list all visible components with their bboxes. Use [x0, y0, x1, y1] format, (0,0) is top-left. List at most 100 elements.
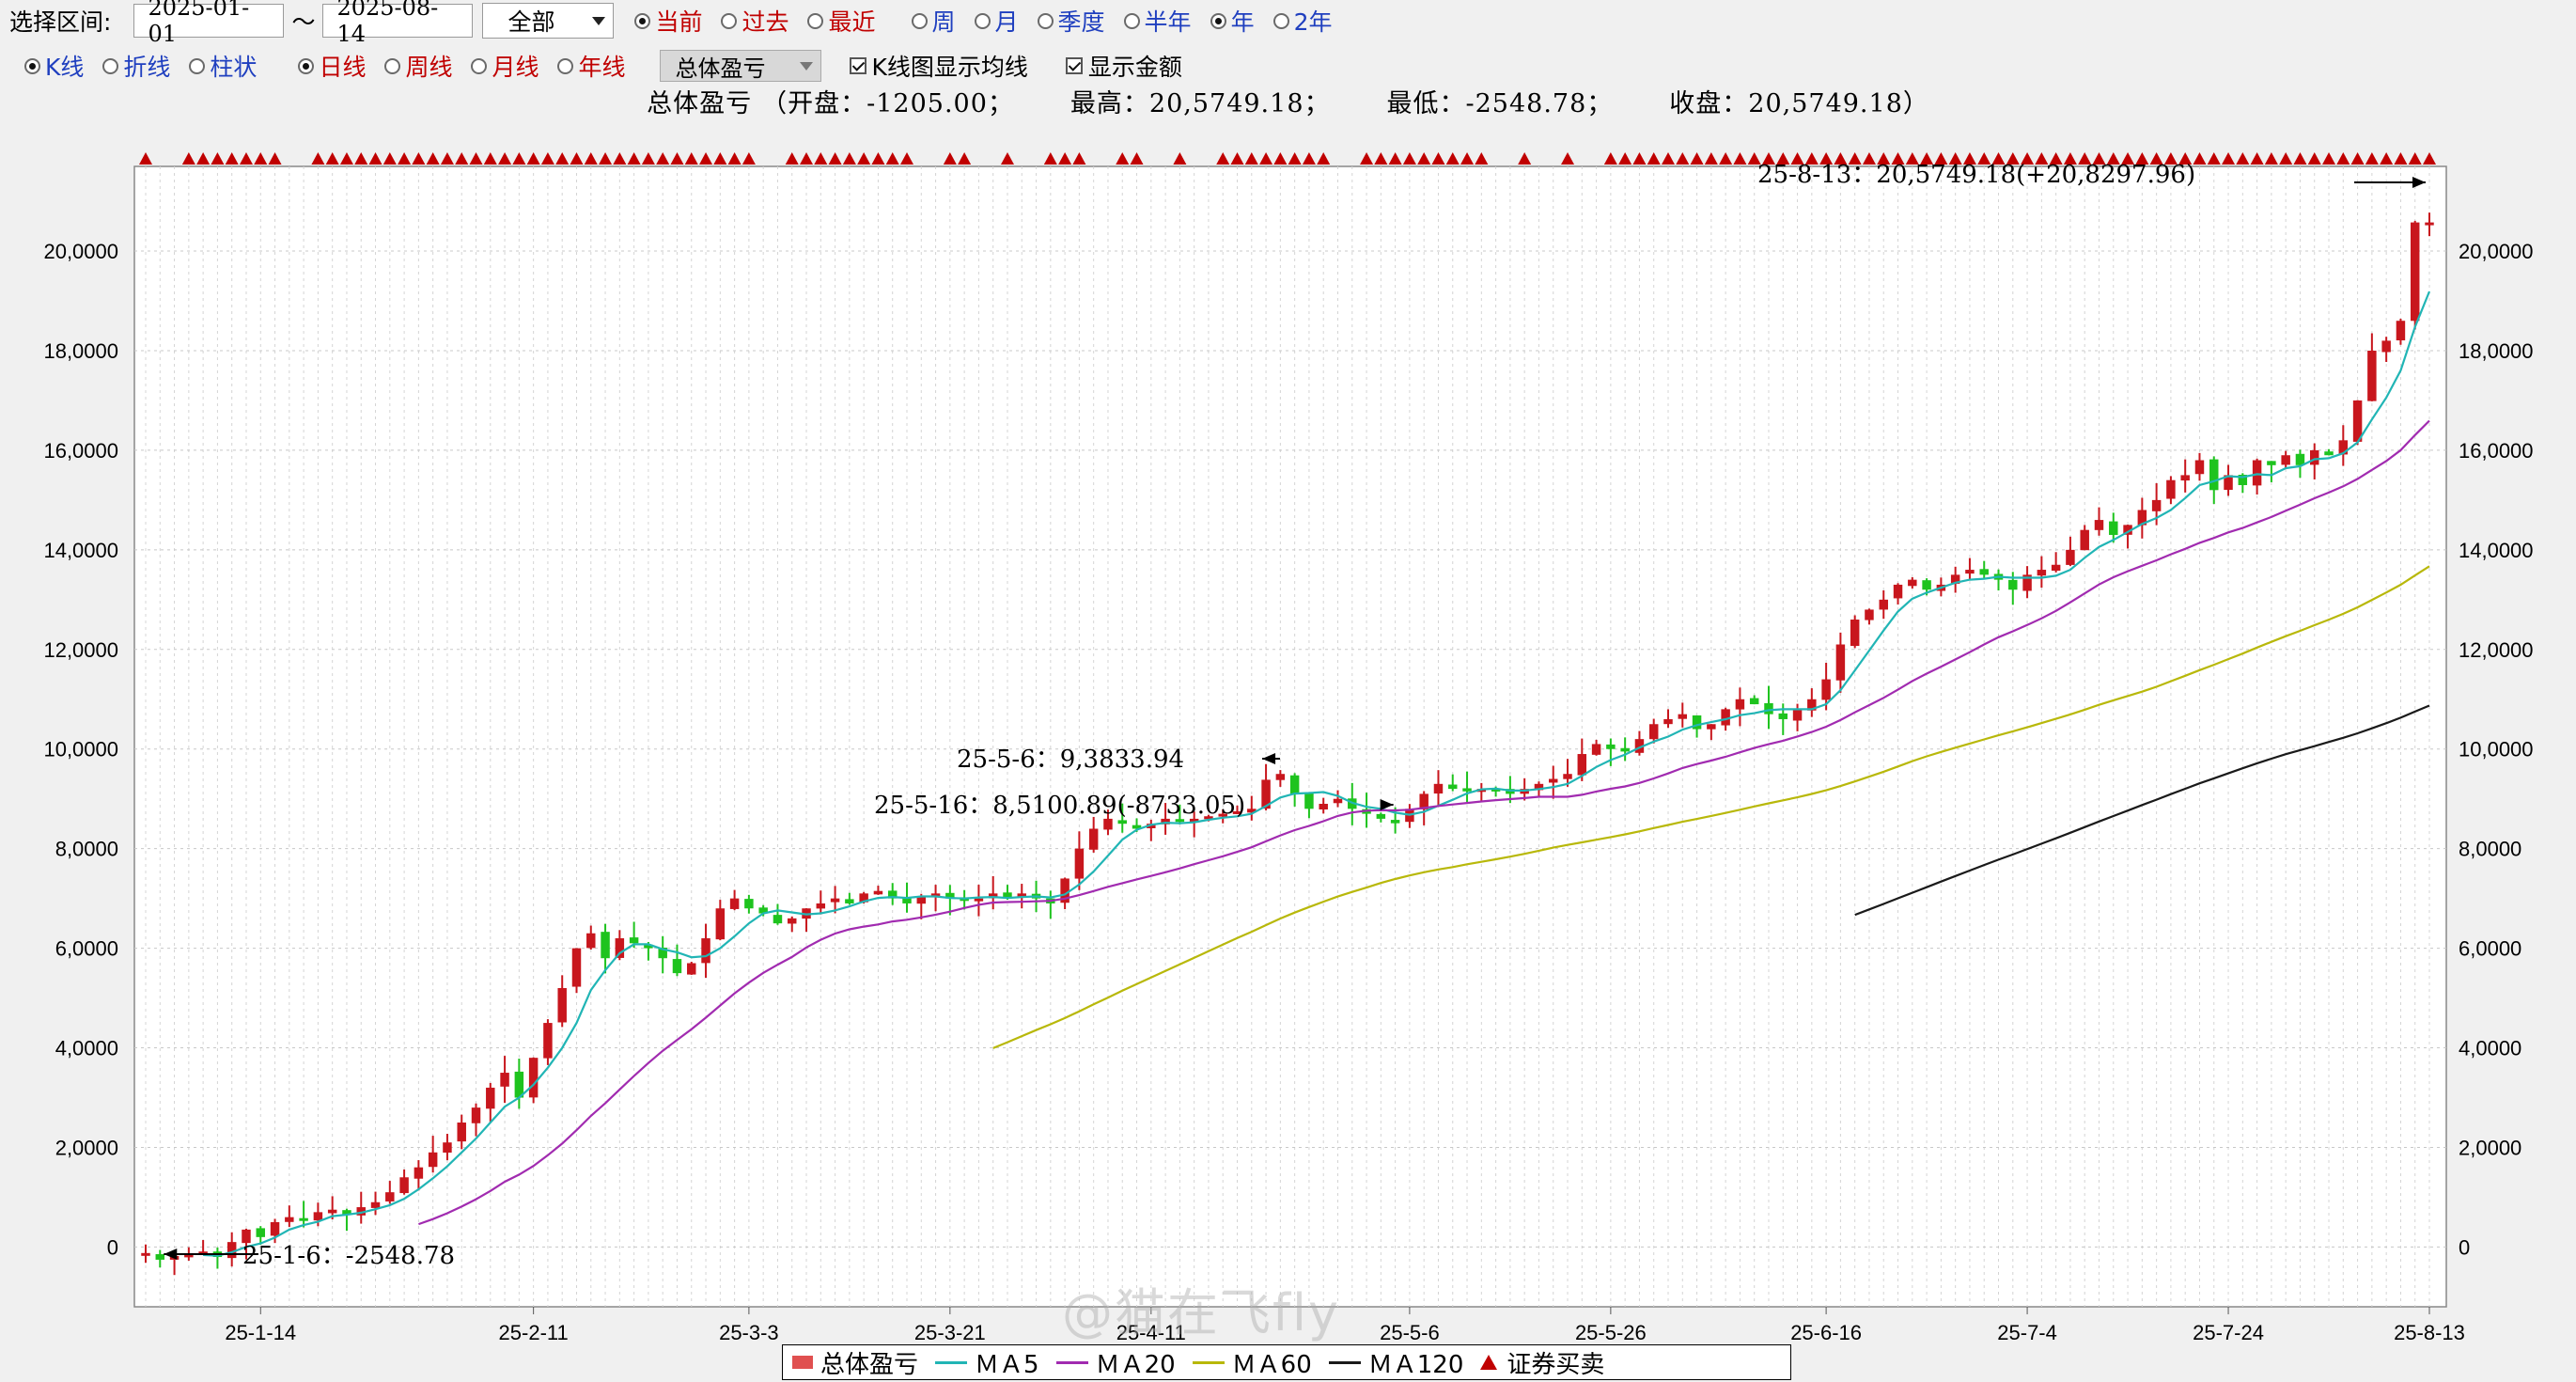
x-tick-label: 25-1-14	[225, 1321, 296, 1343]
y-tick-label: 12,0000	[2459, 638, 2534, 662]
trade-marker	[2423, 152, 2436, 165]
candle-up	[2281, 455, 2290, 465]
trade-marker	[1704, 152, 1718, 165]
radio-icon	[189, 57, 206, 74]
candle-up	[2252, 460, 2262, 486]
trade-marker	[498, 152, 512, 165]
trade-marker	[339, 152, 353, 165]
radio-icon	[1210, 12, 1226, 29]
radio-label: 日线	[319, 54, 367, 81]
x-tick-label: 25-7-4	[1997, 1321, 2057, 1343]
candle-up	[2080, 529, 2089, 551]
candle-up	[2151, 499, 2162, 511]
radio-label: 月线	[492, 54, 539, 81]
radio-current[interactable]: 当前	[634, 4, 702, 38]
trade-marker	[1618, 152, 1632, 165]
trade-marker	[540, 152, 554, 165]
radio-year[interactable]: 年	[1210, 4, 1255, 38]
radio-recent[interactable]: 最近	[807, 4, 876, 38]
radio-label: 季度	[1057, 8, 1105, 36]
candle-up	[385, 1192, 395, 1201]
y-tick-label: 0	[2459, 1235, 2470, 1259]
candle-down	[299, 1217, 308, 1221]
radio-label: 周	[931, 8, 956, 36]
y-tick-label: 6,0000	[2459, 937, 2521, 961]
y-tick-label: 18,0000	[2459, 339, 2534, 363]
radio-weekly[interactable]: 周线	[384, 49, 452, 83]
metric-select[interactable]: 总体盈亏	[659, 50, 821, 82]
candle-up	[586, 933, 596, 949]
radio-kline[interactable]: K线	[24, 49, 84, 83]
trade-marker	[1360, 152, 1374, 165]
radio-icon	[298, 57, 315, 74]
radio-label: 当前	[655, 8, 703, 36]
radio-yearly[interactable]: 年线	[557, 49, 626, 83]
checkbox-show-amount[interactable]: 显示金额	[1065, 49, 1182, 83]
radio-daily[interactable]: 日线	[298, 49, 366, 83]
y-tick-label: 16,0000	[43, 439, 118, 463]
radio-monthly[interactable]: 月线	[471, 49, 539, 83]
candle-up	[571, 948, 582, 987]
candle-up	[830, 898, 840, 903]
chart-type-radio-group: K线 折线 柱状	[24, 49, 275, 83]
legend-item-ma120: ＭＡ120	[1328, 1345, 1463, 1380]
candlestick-chart[interactable]: 0 2,0000 4,0000 6,0000 8,0000 10,0000 12,0000 1…	[0, 113, 2576, 1343]
legend-item-ma20: ＭＡ20	[1055, 1345, 1176, 1380]
x-tick-label: 25-3-21	[914, 1321, 986, 1343]
candle-down	[1289, 775, 1300, 794]
trade-marker	[254, 152, 268, 165]
candle-up	[1792, 709, 1803, 721]
start-date-input[interactable]: 2025-01-01	[133, 0, 285, 47]
radio-label: 折线	[123, 54, 171, 81]
candle-down	[601, 932, 610, 959]
trade-marker	[1000, 152, 1014, 165]
scope-select[interactable]: 全部	[482, 3, 615, 39]
trade-marker	[1417, 152, 1431, 165]
radio-icon	[1272, 12, 1289, 29]
candle-up	[1735, 699, 1745, 710]
radio-quarter[interactable]: 季度	[1037, 4, 1105, 38]
candle-up	[2425, 222, 2434, 226]
y-axis-right: 0 2,0000 4,0000 6,0000 8,0000 10,0000 12,0000 1…	[2459, 240, 2534, 1259]
radio-half-year[interactable]: 半年	[1123, 4, 1192, 38]
trade-marker	[325, 152, 339, 165]
trade-marker	[699, 152, 713, 165]
radio-two-year[interactable]: 2年	[1272, 4, 1332, 38]
radio-bar[interactable]: 柱状	[189, 49, 257, 83]
trade-marker	[885, 152, 899, 165]
radio-month[interactable]: 月	[974, 4, 1019, 38]
x-tick-label: 25-3-3	[719, 1321, 779, 1343]
trade-marker	[785, 152, 799, 165]
checkbox-show-ma[interactable]: K线图显示均线	[849, 49, 1028, 83]
trade-marker	[1317, 152, 1331, 165]
radio-icon	[1037, 12, 1054, 29]
radio-label: 周线	[405, 54, 453, 81]
candle-down	[155, 1254, 165, 1260]
trade-marker	[455, 152, 469, 165]
y-axis-left: 0 2,0000 4,0000 6,0000 8,0000 10,0000 12,0000 1…	[43, 240, 118, 1259]
candle-down	[2324, 451, 2334, 456]
candle-up	[399, 1177, 409, 1194]
trade-marker	[1676, 152, 1690, 165]
candle-up	[1865, 609, 1874, 620]
x-tick-label: 25-8-13	[2394, 1321, 2465, 1343]
checkbox-label: 显示金额	[1087, 54, 1182, 81]
trade-marker	[1460, 152, 1475, 165]
candle-up	[2166, 479, 2176, 499]
candle-up	[1965, 570, 1975, 574]
candle-up	[2180, 475, 2190, 481]
candle-up	[457, 1123, 466, 1142]
candle-down	[1606, 744, 1616, 749]
radio-line[interactable]: 折线	[102, 49, 170, 83]
checkbox-icon	[1065, 57, 1083, 74]
end-date-input[interactable]: 2025-08-14	[322, 0, 474, 47]
trade-marker	[684, 152, 698, 165]
radio-label: 年线	[578, 54, 626, 81]
trade-marker	[1445, 152, 1460, 165]
trade-marker	[599, 152, 613, 165]
radio-past[interactable]: 过去	[721, 4, 788, 38]
legend-swatch	[792, 1356, 813, 1369]
radio-week[interactable]: 周	[911, 4, 956, 38]
peak1-annotation: 25-5-6：9,3833.94	[957, 746, 1184, 774]
candle-up	[1319, 804, 1328, 810]
